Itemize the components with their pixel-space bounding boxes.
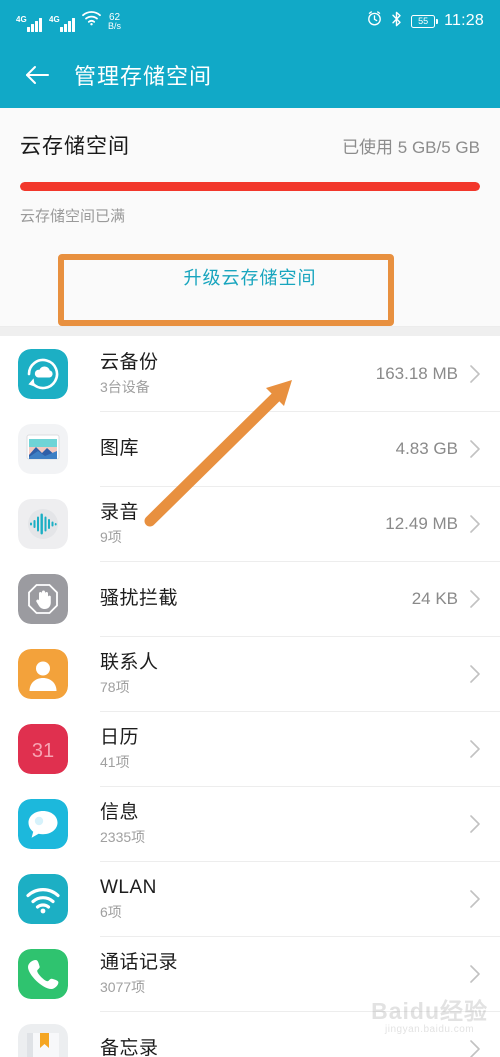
storage-item-row[interactable]: 联系人 78项 bbox=[0, 636, 500, 711]
storage-item-row[interactable]: 31 日历 41项 bbox=[0, 711, 500, 786]
storage-item-text: 联系人 78项 bbox=[100, 651, 458, 696]
storage-item-text: 备忘录 bbox=[100, 1037, 458, 1057]
storage-item-row[interactable]: 通话记录 3077项 bbox=[0, 936, 500, 1011]
call-log-icon bbox=[18, 948, 68, 999]
phone-screen: 4G 4G 62 B/s 55 11:28 管理存储空间 云存储空间 已使用 5… bbox=[0, 0, 500, 1057]
gallery-icon bbox=[18, 423, 68, 474]
storage-item-name: 备忘录 bbox=[100, 1037, 159, 1057]
storage-item-name: 图库 bbox=[100, 437, 140, 459]
chevron-right-icon bbox=[470, 589, 480, 608]
chevron-right-icon bbox=[470, 739, 480, 758]
storage-item-row[interactable]: 云备份 3台设备 163.18 MB bbox=[0, 336, 500, 411]
chevron-right-icon bbox=[470, 364, 480, 383]
signal-sim1-network-label: 4G bbox=[16, 14, 27, 24]
storage-item-text: WLAN 6项 bbox=[100, 876, 458, 921]
status-bar-right: 55 11:28 bbox=[367, 11, 484, 32]
storage-item-name: 信息 bbox=[100, 802, 140, 823]
battery-indicator: 55 bbox=[411, 14, 438, 28]
signal-strength-sim2-icon: 4G bbox=[49, 14, 75, 32]
chevron-right-icon bbox=[470, 889, 480, 908]
app-title-bar: 管理存储空间 bbox=[0, 42, 500, 108]
chevron-right-icon bbox=[470, 814, 480, 833]
storage-item-text: 日历 41项 bbox=[100, 726, 458, 771]
storage-item-row[interactable]: WLAN 6项 bbox=[0, 861, 500, 936]
storage-item-row[interactable]: 图库 4.83 GB bbox=[0, 411, 500, 486]
clock-label: 11:28 bbox=[444, 12, 484, 29]
chevron-right-icon bbox=[470, 964, 480, 983]
storage-item-name: 录音 bbox=[100, 502, 140, 523]
upgrade-button-container: 升级云存储空间 bbox=[0, 240, 500, 327]
storage-item-size: 12.49 MB bbox=[385, 513, 458, 533]
storage-item-name: 通话记录 bbox=[100, 952, 179, 973]
storage-item-name: 日历 bbox=[100, 727, 140, 748]
storage-item-name: WLAN bbox=[100, 877, 157, 898]
wlan-icon bbox=[18, 873, 68, 924]
chevron-right-icon bbox=[470, 439, 480, 458]
messages-icon bbox=[18, 798, 68, 849]
section-divider bbox=[0, 327, 500, 336]
storage-item-count: 9项 bbox=[100, 529, 122, 545]
battery-level-label: 55 bbox=[418, 15, 429, 26]
chevron-right-icon bbox=[470, 1039, 480, 1057]
bluetooth-icon bbox=[391, 11, 402, 32]
storage-item-count: 3077项 bbox=[100, 979, 146, 995]
network-speed-indicator: 62 B/s bbox=[108, 12, 122, 31]
network-speed-unit: B/s bbox=[108, 20, 122, 31]
cloud-storage-used-label: 已使用 5 GB/5 GB bbox=[342, 138, 480, 157]
upgrade-cloud-storage-button[interactable]: 升级云存储空间 bbox=[0, 246, 500, 310]
blocklist-icon bbox=[18, 573, 68, 624]
storage-progress-bar bbox=[20, 182, 480, 191]
storage-item-text: 图库 bbox=[100, 437, 396, 461]
storage-item-name: 骚扰拦截 bbox=[100, 587, 179, 609]
storage-item-list: 云备份 3台设备 163.18 MB 图库 4.83 GB 录音 9项 12.49 MB 骚扰拦… bbox=[0, 336, 500, 1057]
calendar-icon: 31 bbox=[18, 723, 68, 774]
storage-item-count: 41项 bbox=[100, 754, 130, 770]
status-bar: 4G 4G 62 B/s 55 11:28 bbox=[0, 0, 500, 42]
storage-item-size: 163.18 MB bbox=[375, 363, 458, 383]
page-title: 管理存储空间 bbox=[74, 64, 213, 89]
notes-icon bbox=[18, 1023, 68, 1057]
signal-sim2-network-label: 4G bbox=[49, 14, 60, 24]
storage-item-count: 2335项 bbox=[100, 829, 146, 845]
cloud-storage-summary: 云存储空间 已使用 5 GB/5 GB 云存储空间已满 bbox=[0, 108, 500, 240]
storage-item-name: 云备份 bbox=[100, 352, 159, 373]
storage-item-text: 通话记录 3077项 bbox=[100, 951, 458, 996]
storage-item-count: 78项 bbox=[100, 679, 130, 695]
alarm-clock-icon bbox=[367, 11, 382, 31]
chevron-right-icon bbox=[470, 664, 480, 683]
contacts-icon bbox=[18, 648, 68, 699]
storage-item-text: 录音 9项 bbox=[100, 501, 385, 546]
storage-item-text: 信息 2335项 bbox=[100, 801, 458, 846]
storage-item-count: 3台设备 bbox=[100, 379, 150, 395]
back-arrow-icon[interactable] bbox=[22, 60, 52, 90]
wifi-icon bbox=[82, 10, 101, 31]
storage-progress-fill bbox=[20, 182, 480, 191]
cloud-backup-icon bbox=[18, 348, 68, 399]
storage-full-note: 云存储空间已满 bbox=[20, 208, 126, 225]
storage-item-text: 骚扰拦截 bbox=[100, 587, 412, 611]
signal-strength-sim1-icon: 4G bbox=[16, 14, 42, 32]
storage-item-row[interactable]: 信息 2335项 bbox=[0, 786, 500, 861]
svg-text:31: 31 bbox=[32, 740, 54, 762]
storage-item-row[interactable]: 录音 9项 12.49 MB bbox=[0, 486, 500, 561]
chevron-right-icon bbox=[470, 514, 480, 533]
storage-item-size: 24 KB bbox=[411, 588, 458, 608]
storage-item-text: 云备份 3台设备 bbox=[100, 351, 376, 396]
cloud-storage-header-row: 云存储空间 已使用 5 GB/5 GB bbox=[20, 130, 480, 160]
storage-item-row[interactable]: 骚扰拦截 24 KB bbox=[0, 561, 500, 636]
recorder-icon bbox=[18, 498, 68, 549]
cloud-storage-title: 云存储空间 bbox=[20, 135, 130, 158]
storage-item-name: 联系人 bbox=[100, 652, 159, 673]
storage-item-row[interactable]: 备忘录 bbox=[0, 1011, 500, 1057]
status-bar-left: 4G 4G 62 B/s bbox=[16, 10, 122, 32]
storage-item-count: 6项 bbox=[100, 904, 122, 920]
storage-item-size: 4.83 GB bbox=[395, 438, 458, 458]
